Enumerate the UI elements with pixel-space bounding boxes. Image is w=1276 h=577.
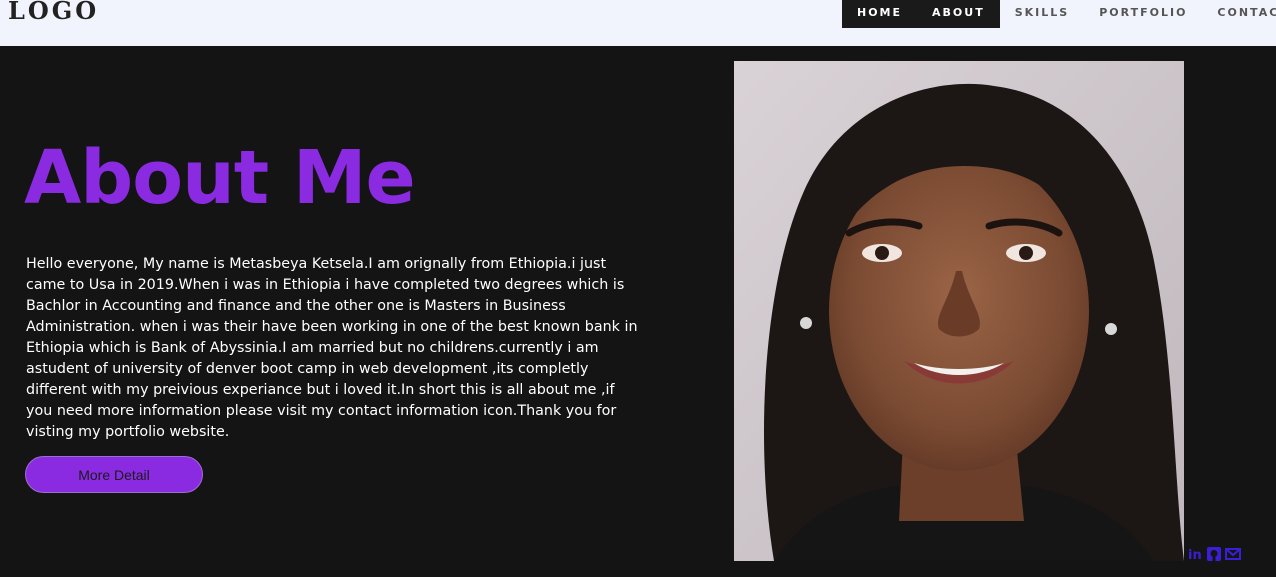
github-icon[interactable] (1206, 546, 1222, 562)
nav-portfolio[interactable]: PORTFOLIO (1084, 0, 1202, 28)
main-nav: HOME ABOUT SKILLS PORTFOLIO CONTACT (842, 0, 1276, 28)
more-detail-button[interactable]: More Detail (25, 456, 203, 493)
logo[interactable]: LOGO (8, 0, 99, 25)
top-navbar: LOGO HOME ABOUT SKILLS PORTFOLIO CONTACT (0, 0, 1276, 46)
about-section: About Me Hello everyone, My name is Meta… (0, 46, 1276, 577)
portrait-illustration (734, 61, 1184, 561)
nav-contact[interactable]: CONTACT (1202, 0, 1276, 28)
nav-about[interactable]: ABOUT (917, 0, 1000, 28)
email-icon[interactable] (1225, 546, 1241, 562)
profile-photo (734, 61, 1184, 561)
about-heading: About Me (24, 135, 416, 221)
linkedin-icon[interactable]: in (1187, 546, 1203, 562)
nav-skills[interactable]: SKILLS (1000, 0, 1084, 28)
about-bio: Hello everyone, My name is Metasbeya Ket… (26, 256, 638, 440)
social-links: in (1187, 546, 1241, 562)
nav-home[interactable]: HOME (842, 0, 918, 28)
svg-text:in: in (1188, 548, 1202, 562)
